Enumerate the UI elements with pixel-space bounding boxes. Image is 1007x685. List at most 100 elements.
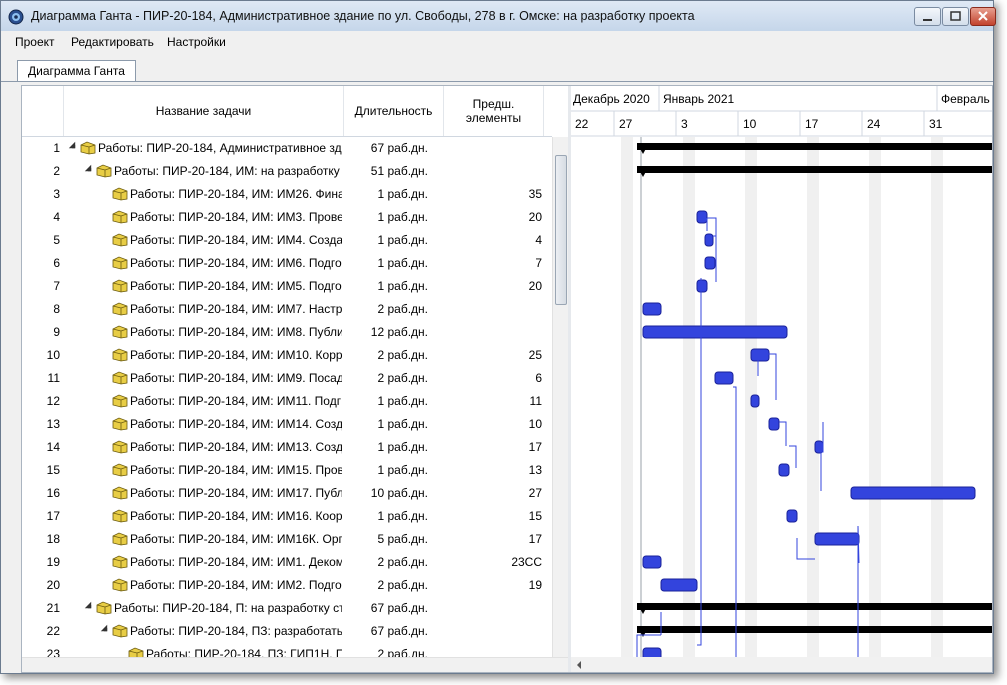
- task-bar[interactable]: [714, 371, 734, 385]
- task-bar[interactable]: [704, 233, 714, 247]
- table-row[interactable]: 16 Работы: ПИР-20-184, ИМ: ИМ17. Публ 10 р…: [22, 482, 552, 505]
- task-bar[interactable]: [642, 325, 788, 339]
- task-duration: 1 раб.дн.: [377, 417, 428, 431]
- grid-vertical-scrollbar[interactable]: [552, 137, 569, 657]
- table-row[interactable]: 23 Работы: ПИР-20-184, ПЗ: ГИП1Н. По 2 раб…: [22, 643, 552, 657]
- table-row[interactable]: 4 Работы: ПИР-20-184, ИМ: ИМ3. Прове 1 раб…: [22, 206, 552, 229]
- collapse-triangle-icon[interactable]: [84, 164, 92, 172]
- task-name: Работы: ПИР-20-184, П: на разработку ста: [114, 601, 342, 615]
- task-bar[interactable]: [642, 302, 662, 316]
- summary-bar[interactable]: [637, 626, 992, 633]
- table-row[interactable]: 3 Работы: ПИР-20-184, ИМ: ИМ26. Фина 1 раб…: [22, 183, 552, 206]
- work-package-icon: [112, 624, 128, 638]
- task-bar[interactable]: [704, 256, 716, 270]
- table-row[interactable]: 7 Работы: ПИР-20-184, ИМ: ИМ5. Подго 1 раб…: [22, 275, 552, 298]
- table-row[interactable]: 13 Работы: ПИР-20-184, ИМ: ИМ14. Созд 1 ра…: [22, 413, 552, 436]
- grid-rows: 1 Работы: ПИР-20-184, Административное зд…: [22, 137, 552, 657]
- tab-divider: [1, 81, 993, 82]
- table-row[interactable]: 5 Работы: ПИР-20-184, ИМ: ИМ4. Созда 1 раб…: [22, 229, 552, 252]
- task-duration: 1 раб.дн.: [377, 233, 428, 247]
- table-row[interactable]: 2 Работы: ПИР-20-184, ИМ: на разработку п…: [22, 160, 552, 183]
- scroll-thumb[interactable]: [555, 155, 567, 305]
- task-bar[interactable]: [768, 417, 780, 431]
- table-row[interactable]: 14 Работы: ПИР-20-184, ИМ: ИМ13. Созд 1 ра…: [22, 436, 552, 459]
- task-bar[interactable]: [814, 532, 860, 546]
- table-row[interactable]: 19 Работы: ПИР-20-184, ИМ: ИМ1. Деком 2 ра…: [22, 551, 552, 574]
- task-predecessors: 17: [528, 440, 542, 454]
- month-label: Февраль: [941, 92, 990, 106]
- row-number: 16: [46, 486, 60, 500]
- summary-bar[interactable]: [637, 143, 992, 150]
- header-predecessors[interactable]: Предш. элементы: [444, 86, 544, 136]
- task-duration: 2 раб.дн.: [377, 348, 428, 362]
- task-predecessors: 4: [535, 233, 542, 247]
- collapse-triangle-icon[interactable]: [100, 624, 108, 632]
- work-package-icon: [112, 256, 128, 270]
- task-duration: 10 раб.дн.: [370, 486, 428, 500]
- table-row[interactable]: 9 Работы: ПИР-20-184, ИМ: ИМ8. Публи 12 ра…: [22, 321, 552, 344]
- close-button[interactable]: [970, 7, 996, 26]
- summary-bar[interactable]: [637, 166, 992, 173]
- task-name: Работы: ПИР-20-184, ИМ: ИМ8. Публи: [130, 325, 342, 339]
- task-bar[interactable]: [850, 486, 976, 500]
- month-label: Январь 2021: [663, 92, 734, 106]
- task-bar[interactable]: [696, 279, 708, 293]
- work-package-icon: [112, 509, 128, 523]
- table-row[interactable]: 20 Работы: ПИР-20-184, ИМ: ИМ2. Подго 2 ра…: [22, 574, 552, 597]
- task-bar[interactable]: [778, 463, 790, 477]
- task-bar[interactable]: [696, 210, 708, 224]
- window-title: Диаграмма Ганта - ПИР-20-184, Администра…: [31, 9, 695, 23]
- table-row[interactable]: 15 Работы: ПИР-20-184, ИМ: ИМ15. Прове 1 р…: [22, 459, 552, 482]
- table-row[interactable]: 6 Работы: ПИР-20-184, ИМ: ИМ6. Подго 1 раб…: [22, 252, 552, 275]
- row-number: 8: [53, 302, 60, 316]
- task-name: Работы: ПИР-20-184, ИМ: ИМ14. Созд: [130, 417, 342, 431]
- grid-horizontal-scrollbar[interactable]: [22, 657, 568, 672]
- close-icon: [978, 11, 988, 21]
- menu-edit[interactable]: Редактировать: [71, 35, 154, 49]
- task-bar[interactable]: [750, 394, 760, 408]
- chart-horizontal-scrollbar[interactable]: [571, 657, 992, 673]
- header-name[interactable]: Название задачи: [64, 86, 344, 136]
- work-package-icon: [80, 141, 96, 155]
- table-row[interactable]: 21 Работы: ПИР-20-184, П: на разработку с…: [22, 597, 552, 620]
- task-name: Работы: ПИР-20-184, ИМ: ИМ2. Подго: [130, 578, 342, 592]
- weekend-shade: [931, 137, 943, 657]
- weekend-shade: [807, 137, 819, 657]
- task-bar[interactable]: [786, 509, 798, 523]
- task-name: Работы: ПИР-20-184, ИМ: ИМ13. Созд: [130, 440, 342, 454]
- task-bar[interactable]: [814, 440, 824, 454]
- week-label: 22: [575, 117, 589, 131]
- collapse-triangle-icon[interactable]: [68, 141, 76, 149]
- weekend-shade: [869, 137, 881, 657]
- table-row[interactable]: 8 Работы: ПИР-20-184, ИМ: ИМ7. Настро 2 ра…: [22, 298, 552, 321]
- maximize-button[interactable]: [942, 7, 969, 26]
- task-name: Работы: ПИР-20-184, ИМ: ИМ16К. Орг: [130, 532, 342, 546]
- table-row[interactable]: 18 Работы: ПИР-20-184, ИМ: ИМ16К. Орг 5 ра…: [22, 528, 552, 551]
- week-label: 24: [867, 117, 881, 131]
- row-number: 17: [46, 509, 60, 523]
- header-duration[interactable]: Длительность: [344, 86, 444, 136]
- task-bar[interactable]: [750, 348, 770, 362]
- menu-project[interactable]: Проект: [15, 35, 55, 49]
- task-bar[interactable]: [660, 578, 698, 592]
- table-row[interactable]: 12 Работы: ПИР-20-184, ИМ: ИМ11. Подг 1 ра…: [22, 390, 552, 413]
- table-row[interactable]: 22 Работы: ПИР-20-184, ПЗ: разработать 67 …: [22, 620, 552, 643]
- work-package-icon: [96, 601, 112, 615]
- table-row[interactable]: 17 Работы: ПИР-20-184, ИМ: ИМ16. Коор 1 ра…: [22, 505, 552, 528]
- table-row[interactable]: 11 Работы: ПИР-20-184, ИМ: ИМ9. Посад 2 ра…: [22, 367, 552, 390]
- summary-bar[interactable]: [637, 603, 992, 610]
- minimize-icon: [923, 19, 932, 21]
- collapse-triangle-icon[interactable]: [84, 601, 92, 609]
- tab-gantt[interactable]: Диаграмма Ганта: [17, 60, 136, 82]
- table-row[interactable]: 10 Работы: ПИР-20-184, ИМ: ИМ10. Корр 2 ра…: [22, 344, 552, 367]
- work-package-icon: [112, 417, 128, 431]
- task-bar[interactable]: [642, 555, 662, 569]
- menu-settings[interactable]: Настройки: [167, 35, 226, 49]
- table-row[interactable]: 1 Работы: ПИР-20-184, Административное зд…: [22, 137, 552, 160]
- title-bar[interactable]: Диаграмма Ганта - ПИР-20-184, Администра…: [1, 1, 996, 31]
- maximize-icon: [950, 11, 961, 21]
- grid-header: Название задачи Длительность Предш. элем…: [22, 86, 552, 137]
- task-predecessors: 10: [528, 417, 542, 431]
- minimize-button[interactable]: [914, 7, 941, 26]
- row-number: 21: [46, 601, 60, 615]
